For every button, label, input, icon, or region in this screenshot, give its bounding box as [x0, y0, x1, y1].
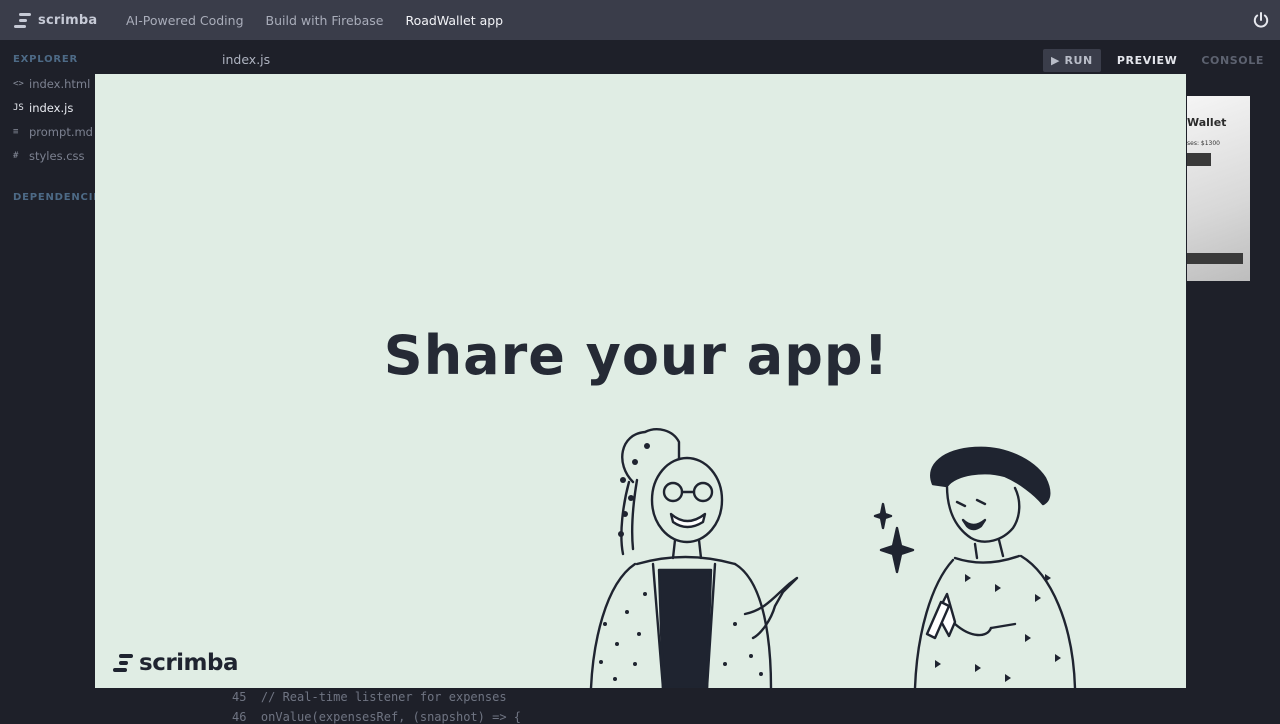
app-preview-pane[interactable]: Wallet ses: $1300	[1187, 96, 1250, 281]
slide-title: Share your app!	[383, 324, 890, 387]
preview-footer-bar	[1187, 253, 1243, 264]
top-bar: scrimba AI-Powered Coding Build with Fir…	[0, 0, 1280, 40]
preview-tab[interactable]: PREVIEW	[1109, 49, 1186, 72]
console-tab[interactable]: CONSOLE	[1193, 49, 1272, 72]
scrimba-slide-logo: scrimba	[113, 650, 239, 676]
play-icon: ▶	[1050, 53, 1065, 67]
run-button[interactable]: ▶ RUN	[1042, 48, 1101, 72]
sparkle-icon	[879, 526, 915, 574]
breadcrumb-course[interactable]: AI-Powered Coding	[126, 13, 244, 28]
breadcrumb-lesson[interactable]: RoadWallet app	[405, 13, 503, 28]
file-name: styles.css	[29, 149, 85, 163]
two-people-sharing-illustration	[589, 428, 1077, 688]
power-icon[interactable]	[1252, 11, 1270, 29]
line-number: 45	[232, 690, 247, 704]
file-styles-css[interactable]: # styles.css	[13, 149, 85, 163]
file-name: index.js	[29, 101, 74, 115]
scrimba-home-link[interactable]: scrimba	[14, 12, 104, 28]
code-line[interactable]: 45 // Real-time listener for expenses	[232, 690, 507, 704]
preview-button	[1187, 153, 1211, 166]
explorer-heading: EXPLORER	[13, 54, 79, 65]
share-app-slide: Share your app! scrimba	[95, 74, 1186, 688]
css-file-icon: #	[13, 151, 19, 161]
code-line[interactable]: 46 onValue(expensesRef, (snapshot) => {	[232, 710, 521, 724]
file-index-js[interactable]: JS index.js	[13, 101, 73, 115]
file-index-html[interactable]: <> index.html	[13, 77, 90, 91]
markdown-file-icon: ≡	[13, 127, 19, 137]
scrimba-logo-icon	[14, 12, 31, 28]
breadcrumb-module[interactable]: Build with Firebase	[266, 13, 384, 28]
html-file-icon: <>	[13, 79, 24, 89]
preview-app-title: Wallet	[1187, 116, 1227, 129]
file-explorer: EXPLORER <> index.html JS index.js ≡ pro…	[0, 40, 108, 720]
run-label: RUN	[1064, 53, 1093, 67]
code-text: // Real-time listener for expenses	[260, 690, 507, 704]
file-prompt-md[interactable]: ≡ prompt.md	[13, 125, 93, 139]
line-number: 46	[232, 710, 247, 724]
slide-logo-text: scrimba	[139, 650, 239, 676]
editor-tab-index-js[interactable]: index.js	[222, 52, 270, 67]
scrimba-logo-icon	[113, 654, 133, 672]
file-name: index.html	[29, 77, 91, 91]
woman-jacket	[589, 562, 637, 688]
preview-toolbar: ▶ RUN PREVIEW CONSOLE	[1042, 47, 1280, 73]
preview-expenses-line: ses: $1300	[1187, 140, 1220, 147]
js-file-icon: JS	[13, 103, 24, 113]
file-name: prompt.md	[29, 125, 93, 139]
brand-name: scrimba	[38, 12, 98, 28]
code-text: onValue(expensesRef, (snapshot) => {	[260, 710, 521, 724]
